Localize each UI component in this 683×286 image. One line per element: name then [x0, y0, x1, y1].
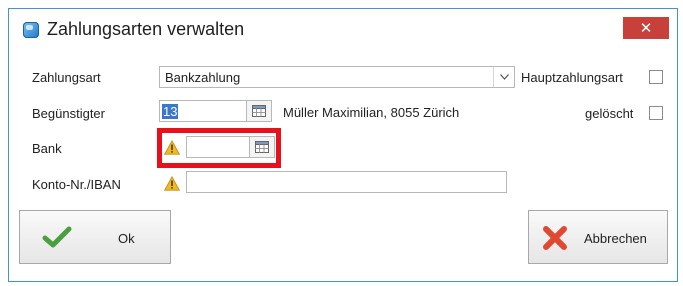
zahlungsart-label: Zahlungsart — [32, 70, 101, 85]
beguenstigter-name: Müller Maximilian, 8055 Zürich — [283, 105, 460, 120]
konto-input[interactable] — [186, 171, 507, 193]
abbrechen-button-label: Abbrechen — [584, 231, 647, 246]
beguenstigter-lookup-button[interactable] — [246, 100, 272, 122]
checkmark-icon — [42, 226, 72, 248]
calendar-icon — [252, 105, 266, 117]
geloescht-label: gelöscht — [585, 106, 634, 121]
konto-label: Konto-Nr./IBAN — [32, 177, 121, 192]
highlight-box — [157, 128, 281, 168]
cancel-icon — [543, 226, 567, 250]
app-icon — [23, 22, 39, 38]
zahlungsart-value: Bankzahlung — [165, 70, 241, 85]
zahlungsart-select[interactable]: Bankzahlung — [159, 66, 515, 88]
chevron-down-icon[interactable] — [493, 67, 514, 87]
close-button[interactable]: ✕ — [623, 17, 669, 39]
beguenstigter-label: Begünstigter — [32, 106, 105, 121]
hauptzahlungsart-label: Hauptzahlungsart — [521, 70, 623, 85]
bank-label: Bank — [32, 141, 62, 156]
geloescht-checkbox[interactable] — [649, 106, 663, 120]
ok-button[interactable]: Ok — [19, 210, 171, 264]
abbrechen-button[interactable]: Abbrechen — [528, 210, 668, 264]
ok-button-label: Ok — [118, 231, 135, 246]
warning-icon — [164, 176, 180, 191]
beguenstigter-code-value: 13 — [162, 104, 179, 119]
dialog-window: Zahlungsarten verwalten ✕ Zahlungsart Ba… — [8, 8, 678, 282]
hauptzahlungsart-checkbox[interactable] — [649, 70, 663, 84]
beguenstigter-code-input[interactable]: 13 — [159, 100, 247, 122]
title-bar[interactable]: Zahlungsarten verwalten ✕ — [9, 9, 677, 47]
window-title: Zahlungsarten verwalten — [47, 19, 245, 39]
